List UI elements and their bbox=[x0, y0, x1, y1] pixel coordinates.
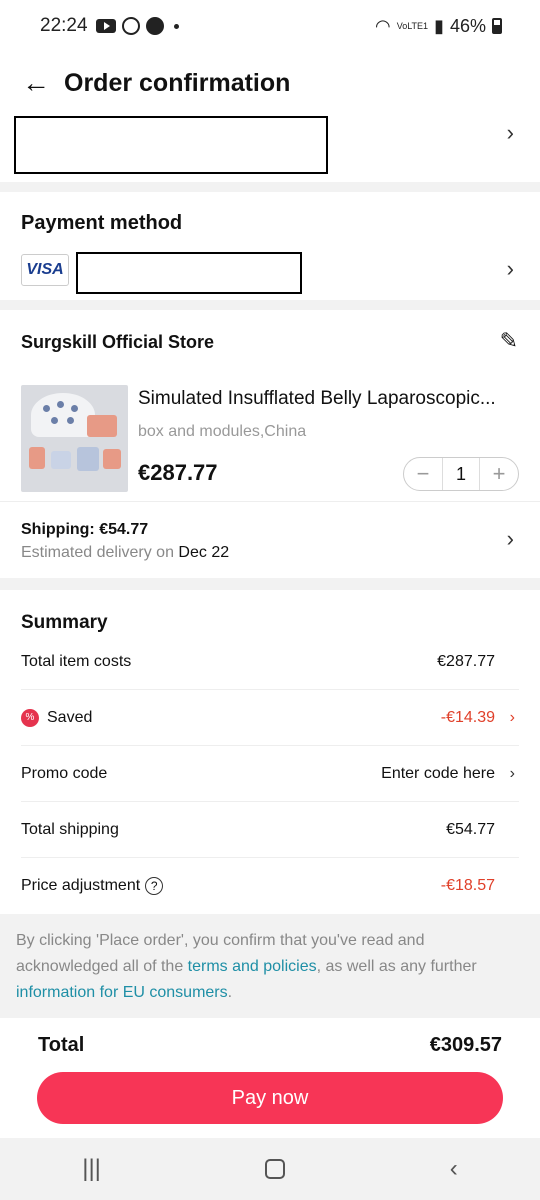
recent-apps-icon[interactable]: ||| bbox=[82, 1155, 101, 1183]
discount-percent-icon: % bbox=[21, 708, 39, 727]
delivery-prefix: Estimated delivery on bbox=[21, 544, 174, 561]
disclaimer-text: . bbox=[227, 984, 233, 1001]
wifi-icon: ◠ bbox=[374, 15, 391, 36]
page-title: Order confirmation bbox=[64, 68, 291, 97]
store-name: Surgskill Official Store bbox=[21, 332, 215, 352]
increase-quantity-button[interactable]: + bbox=[480, 461, 518, 487]
system-navigation-bar: ||| ‹ bbox=[0, 1138, 540, 1200]
back-arrow-icon[interactable]: ← bbox=[22, 69, 50, 97]
product-dome bbox=[31, 393, 95, 437]
image-dot bbox=[43, 405, 50, 412]
saved-row[interactable]: % Saved -€14.39 › bbox=[21, 690, 519, 746]
row-label: Saved bbox=[47, 708, 93, 726]
decrease-quantity-button[interactable]: − bbox=[404, 461, 442, 487]
total-label: Total bbox=[38, 1034, 85, 1056]
image-module bbox=[51, 451, 71, 469]
battery-icon bbox=[492, 18, 502, 34]
row-value: €54.77 bbox=[446, 820, 495, 838]
row-label: Promo code bbox=[21, 764, 108, 782]
pay-now-button[interactable]: Pay now bbox=[37, 1072, 503, 1124]
product-price: €287.77 bbox=[138, 460, 218, 485]
row-label: Price adjustment bbox=[21, 877, 141, 894]
shipping-address-section[interactable]: › bbox=[0, 114, 540, 182]
battery-percent: 46% bbox=[449, 15, 486, 36]
terms-disclaimer: By clicking 'Place order', you confirm t… bbox=[16, 928, 524, 1006]
back-icon[interactable]: ‹ bbox=[450, 1155, 458, 1183]
app-header: ← Order confirmation bbox=[0, 52, 540, 114]
shipping-cost[interactable]: Shipping: €54.77 bbox=[21, 521, 148, 539]
product-variant[interactable]: box and modules,China bbox=[138, 423, 306, 441]
price-adjustment-row: Price adjustment ? -€18.57 bbox=[21, 858, 519, 914]
image-dot bbox=[67, 417, 74, 424]
promo-code-input[interactable]: Enter code here bbox=[381, 765, 495, 783]
chevron-right-icon[interactable]: › bbox=[507, 256, 514, 282]
image-dot bbox=[71, 405, 78, 412]
app-icon bbox=[145, 17, 164, 35]
youtube-icon bbox=[95, 19, 116, 33]
visa-card-icon: VISA bbox=[21, 254, 69, 286]
volte-icon: VoLTE1 bbox=[396, 20, 429, 31]
edit-pencil-icon[interactable]: ✎ bbox=[500, 328, 518, 354]
disclaimer-text: , as well as any further bbox=[316, 958, 477, 975]
redacted-address bbox=[14, 116, 328, 174]
row-label: Total shipping bbox=[21, 820, 119, 838]
product-title[interactable]: Simulated Insufflated Belly Laparoscopic… bbox=[138, 388, 524, 410]
viber-icon bbox=[121, 17, 140, 35]
summary-title: Summary bbox=[21, 612, 108, 633]
image-module bbox=[87, 415, 117, 437]
notification-icons bbox=[95, 17, 179, 35]
image-dot bbox=[57, 401, 64, 408]
chevron-right-icon[interactable]: › bbox=[507, 120, 514, 146]
image-dot bbox=[51, 417, 58, 424]
total-item-costs-row: Total item costs €287.77 bbox=[21, 634, 519, 690]
quantity-value[interactable]: 1 bbox=[442, 458, 480, 490]
checkout-bar: Total €309.57 Pay now bbox=[0, 1018, 540, 1138]
image-module bbox=[29, 447, 45, 469]
estimated-delivery: Estimated delivery on Dec 22 bbox=[21, 544, 229, 562]
summary-section: Summary Total item costs €287.77 % Saved… bbox=[0, 590, 540, 914]
redacted-card-number bbox=[76, 252, 302, 294]
status-time: 22:24 bbox=[40, 15, 88, 36]
chevron-right-icon[interactable]: › bbox=[510, 765, 515, 783]
delivery-date: Dec 22 bbox=[178, 544, 230, 561]
product-image[interactable] bbox=[21, 385, 128, 492]
row-label: Total item costs bbox=[21, 652, 132, 670]
quantity-stepper: − 1 + bbox=[403, 457, 519, 491]
total-value: €309.57 bbox=[429, 1034, 502, 1056]
chevron-right-icon[interactable]: › bbox=[510, 709, 515, 727]
home-icon[interactable] bbox=[265, 1159, 286, 1179]
image-module bbox=[103, 449, 121, 469]
system-icons: ◠ VoLTE1 ▮ 46% bbox=[375, 16, 502, 37]
store-section: Surgskill Official Store ✎ Simulated Ins… bbox=[0, 310, 540, 578]
signal-icon: ▮ bbox=[434, 15, 444, 36]
row-value: €287.77 bbox=[437, 652, 495, 670]
more-notifications-icon bbox=[173, 23, 179, 29]
row-value: -€18.57 bbox=[440, 877, 495, 894]
payment-method-section[interactable]: Payment method VISA › bbox=[0, 192, 540, 300]
terms-link[interactable]: terms and policies bbox=[188, 958, 317, 975]
help-question-icon[interactable]: ? bbox=[145, 877, 164, 895]
divider bbox=[0, 501, 540, 502]
image-module bbox=[77, 447, 99, 471]
eu-info-link[interactable]: information for EU consumers bbox=[16, 984, 228, 1001]
status-bar: 22:24 ◠ VoLTE1 ▮ 46% bbox=[0, 0, 540, 52]
promo-code-row[interactable]: Promo code Enter code here › bbox=[21, 746, 519, 802]
chevron-right-icon[interactable]: › bbox=[507, 526, 514, 552]
total-shipping-row: Total shipping €54.77 bbox=[21, 802, 519, 858]
row-value: -€14.39 bbox=[440, 708, 495, 726]
payment-method-title: Payment method bbox=[21, 212, 183, 234]
